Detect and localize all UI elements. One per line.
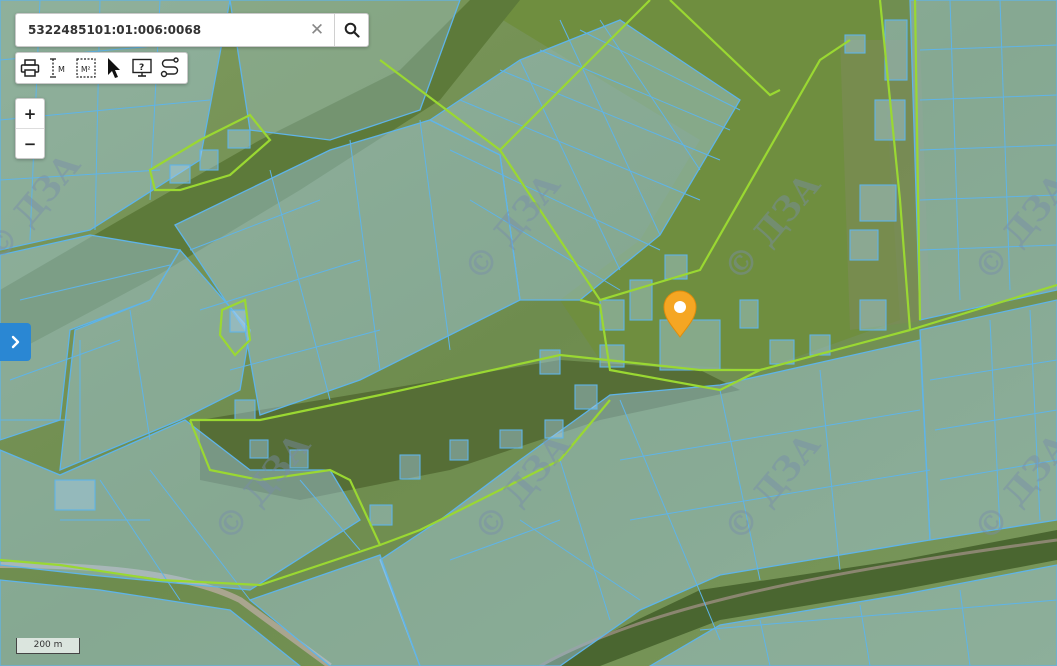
- plot[interactable]: [884, 19, 908, 81]
- clear-search-button[interactable]: ✕: [304, 14, 330, 46]
- search-button[interactable]: [335, 14, 368, 46]
- plot[interactable]: [54, 479, 96, 511]
- measure-distance-icon: M: [50, 58, 65, 78]
- route-icon: [160, 57, 179, 78]
- plot[interactable]: [659, 319, 721, 371]
- print-button[interactable]: [16, 54, 44, 82]
- measure-area-icon: M²: [76, 58, 96, 78]
- plot[interactable]: [599, 344, 625, 368]
- plot[interactable]: [399, 454, 421, 480]
- side-panel-toggle[interactable]: [0, 323, 31, 361]
- measure-area-button[interactable]: M²: [72, 54, 100, 82]
- plot[interactable]: [859, 184, 897, 222]
- plot[interactable]: [859, 299, 887, 331]
- plot[interactable]: [769, 339, 795, 365]
- close-icon: ✕: [309, 20, 325, 40]
- plot[interactable]: [227, 129, 251, 149]
- plot[interactable]: [844, 34, 866, 54]
- chevron-right-icon: [11, 335, 19, 349]
- svg-text:M²: M²: [81, 65, 90, 74]
- plot[interactable]: [199, 149, 219, 171]
- zoom-control: + −: [15, 98, 45, 159]
- zoom-in-button[interactable]: +: [16, 99, 44, 128]
- plot[interactable]: [449, 439, 469, 461]
- search-input[interactable]: [16, 14, 296, 46]
- plot[interactable]: [499, 429, 523, 449]
- select-tool-button[interactable]: [100, 54, 128, 82]
- map-canvas[interactable]: © ДЗА © ДЗА © ДЗА © ДЗА © ДЗА © ДЗА © ДЗ…: [0, 0, 1057, 666]
- svg-text:?: ?: [139, 63, 144, 73]
- plot[interactable]: [739, 299, 759, 329]
- plot[interactable]: [539, 349, 561, 375]
- plot[interactable]: [169, 164, 191, 184]
- zoom-out-button[interactable]: −: [16, 129, 44, 158]
- scale-bar: 200 m: [16, 638, 80, 654]
- plot[interactable]: [229, 309, 247, 333]
- plot[interactable]: [369, 504, 393, 526]
- search-icon: [344, 22, 360, 38]
- plot[interactable]: [849, 229, 879, 261]
- map-toolbar: M M² ?: [15, 52, 188, 84]
- plot[interactable]: [574, 384, 598, 410]
- info-help-icon: ?: [132, 58, 152, 77]
- select-pointer-icon: [108, 58, 120, 78]
- plot[interactable]: [234, 399, 256, 421]
- measure-distance-button[interactable]: M: [44, 54, 72, 82]
- info-button[interactable]: ?: [128, 54, 156, 82]
- print-icon: [20, 59, 40, 77]
- svg-text:M: M: [58, 65, 65, 74]
- search-bar: ✕: [15, 13, 369, 47]
- route-button[interactable]: [156, 54, 184, 82]
